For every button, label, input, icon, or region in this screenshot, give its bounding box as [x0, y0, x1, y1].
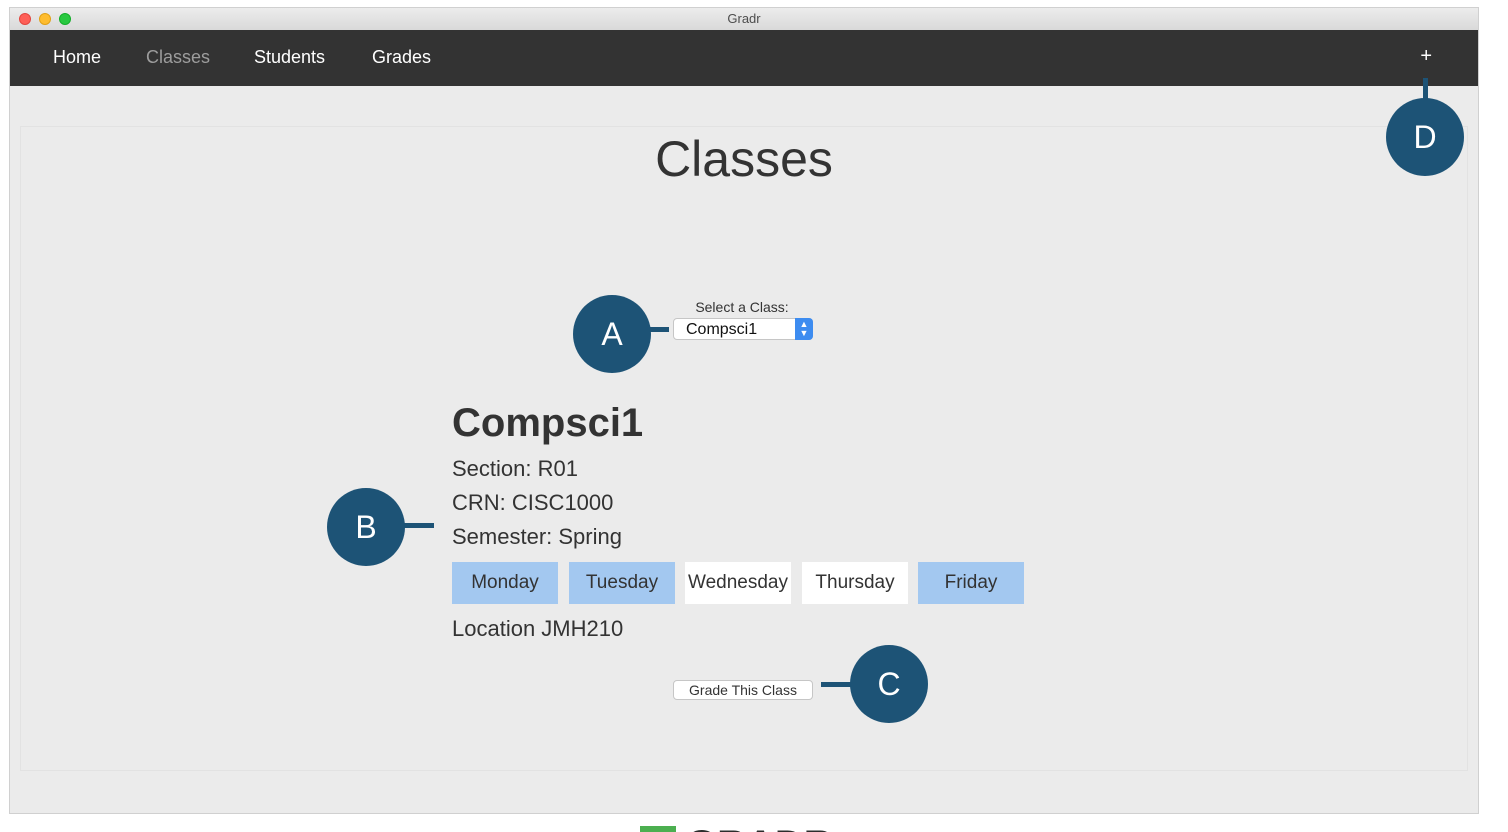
window-title: Gradr	[727, 11, 761, 26]
nav-students[interactable]: Students	[254, 47, 325, 68]
app-window: Gradr Home Classes Students Grades + Cla…	[10, 8, 1478, 813]
select-stepper-icon: ▲ ▼	[795, 318, 813, 340]
day-monday: Monday	[452, 562, 558, 604]
class-section: Section: R01	[452, 456, 578, 481]
select-class-label: Select a Class:	[695, 299, 789, 315]
callout-b-connector	[402, 523, 434, 528]
class-location: Location JMH210	[452, 616, 624, 641]
day-wednesday: Wednesday	[685, 562, 791, 604]
nav-home[interactable]: Home	[53, 47, 101, 68]
content-panel	[20, 126, 1468, 771]
class-select-value: Compsci1	[686, 321, 758, 338]
nav-grades[interactable]: Grades	[372, 47, 431, 68]
callout-d-connector	[1423, 78, 1428, 100]
day-thursday: Thursday	[802, 562, 908, 604]
gradr-logo-icon	[640, 826, 676, 832]
class-semester: Semester: Spring	[452, 524, 622, 549]
callout-d: D	[1386, 98, 1464, 176]
callout-c: C	[850, 645, 928, 723]
gradr-logo: GRADR	[640, 823, 833, 832]
class-crn: CRN: CISC1000	[452, 490, 614, 515]
day-tuesday: Tuesday	[569, 562, 675, 604]
page-title: Classes	[655, 131, 833, 187]
day-friday: Friday	[918, 562, 1024, 604]
class-select[interactable]: Compsci1 ▲ ▼	[673, 318, 813, 340]
grade-class-button[interactable]: Grade This Class	[673, 680, 813, 700]
add-button[interactable]: +	[1420, 45, 1432, 68]
callout-c-connector	[821, 682, 853, 687]
top-navbar: Home Classes Students Grades +	[10, 30, 1478, 86]
title-bar: Gradr	[10, 8, 1478, 31]
nav-classes[interactable]: Classes	[146, 47, 210, 68]
callout-b: B	[327, 488, 405, 566]
callout-a: A	[573, 295, 651, 373]
class-name-heading: Compsci1	[452, 401, 644, 445]
gradr-logo-text: GRADR	[686, 823, 833, 832]
